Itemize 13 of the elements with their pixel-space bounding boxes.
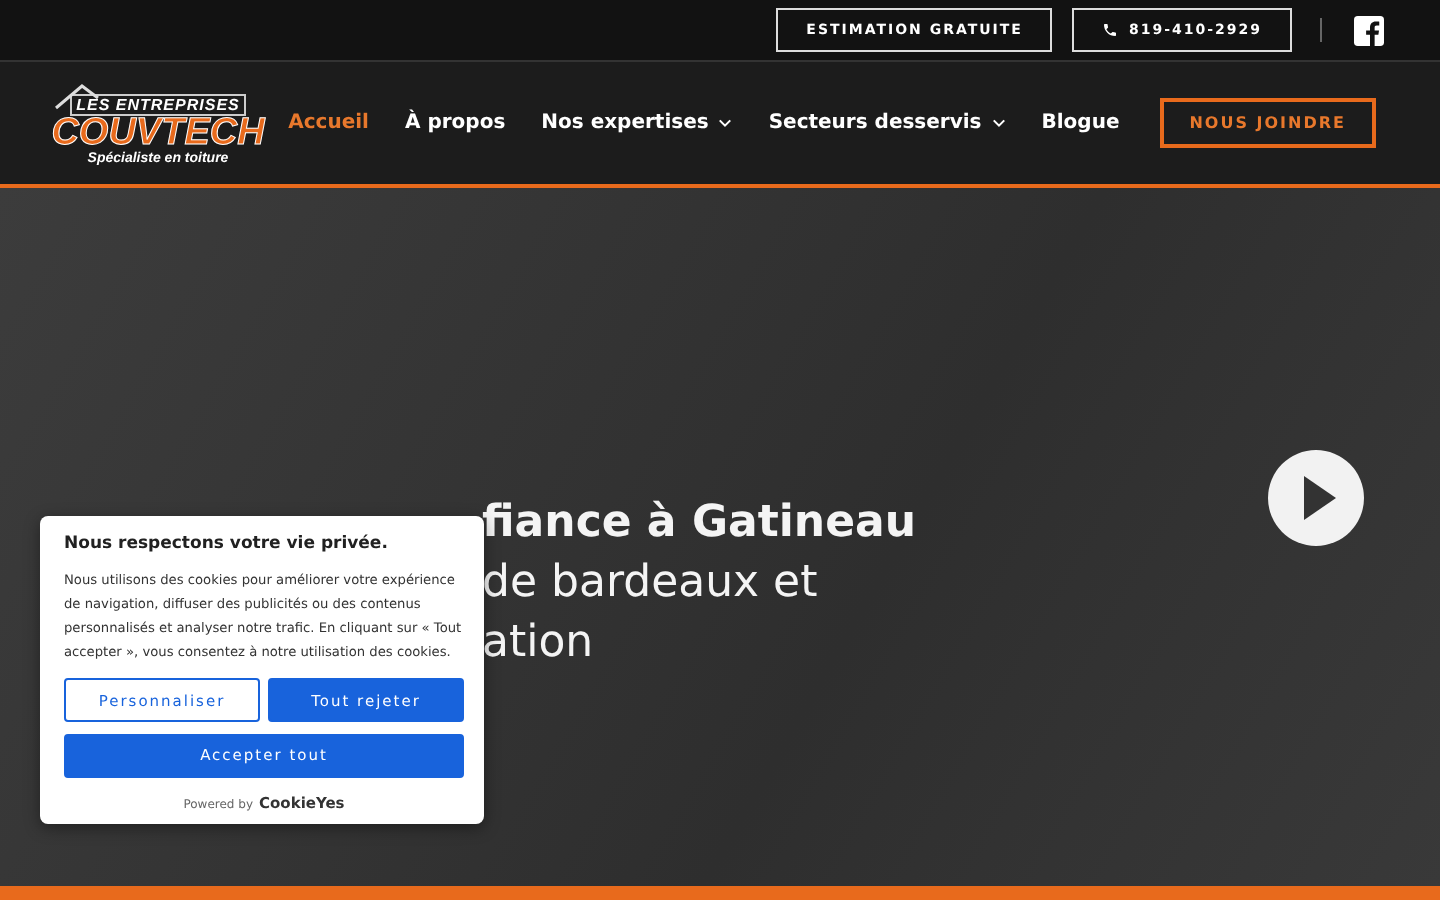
facebook-icon[interactable] — [1354, 15, 1384, 45]
play-icon[interactable] — [1266, 448, 1366, 548]
contact-button[interactable]: NOUS JOINDRE — [1159, 98, 1376, 148]
hero-heading-text: ation — [482, 616, 596, 672]
nav-link[interactable]: Blogue — [1041, 112, 1120, 134]
hero-heading-text: fiance à Gatineau — [482, 496, 916, 552]
hero-heading-text: de bardeaux et — [482, 556, 820, 612]
nav-link[interactable]: À propos — [404, 112, 506, 134]
nav-link[interactable]: Secteurs desservis — [768, 112, 1006, 134]
nav-link[interactable]: Accueil — [288, 112, 369, 134]
phone-icon — [1102, 22, 1119, 38]
cookie-title: Nous respectons votre vie privée. — [64, 534, 390, 554]
nav-link[interactable]: Nos expertises — [541, 112, 733, 134]
